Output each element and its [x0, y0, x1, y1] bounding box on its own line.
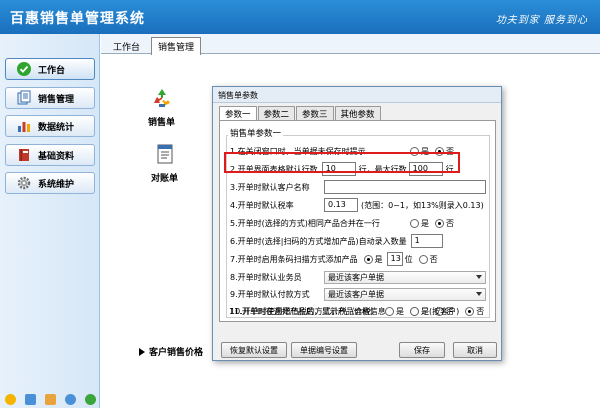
- radio-by-customer[interactable]: 是(按客户): [410, 306, 459, 317]
- gear-icon: [17, 176, 31, 190]
- param-label: 5.开单时(选择的方式)相同产品合并在一行: [230, 218, 380, 228]
- radio-yes[interactable]: 是: [363, 254, 383, 265]
- customer-price-link[interactable]: 客户销售价格: [139, 345, 203, 358]
- tab-bar: 工作台 销售管理: [101, 34, 600, 55]
- dialog-tabs: 参数一 参数二 参数三 其他参数: [219, 106, 382, 121]
- param-row-3: 3.开单时默认客户名称: [230, 180, 486, 194]
- app-window: 百惠销售单管理系统 功夫到家 服务到心 工作台 销售管理 数据统计 基础资料 系…: [0, 0, 600, 408]
- sidebar-item-workbench[interactable]: 工作台: [5, 58, 95, 80]
- param-label: 6.开单时(选择|扫码的方式增加产品)自动录入数量: [230, 236, 407, 246]
- param-row-8: 8.开单时默认业务员 最近该客户单据: [230, 270, 486, 284]
- radio-yes[interactable]: 是: [385, 306, 404, 317]
- cancel-button[interactable]: 取消: [453, 342, 497, 358]
- param-label: 9.开单时默认付款方式: [230, 289, 310, 299]
- chevron-down-icon: [476, 275, 482, 279]
- refresh-status-icon[interactable]: [84, 394, 96, 405]
- params-panel: 销售单参数一 1.在关闭窗口时，当单据未保存时提示 是 否 2.开单界面表格默认…: [219, 120, 496, 322]
- param-row-6: 6.开单时(选择|扫码的方式增加产品)自动录入数量 1: [230, 234, 443, 248]
- info-status-icon[interactable]: [64, 394, 76, 405]
- note-status-icon[interactable]: [24, 394, 36, 405]
- tab-params-2[interactable]: 参数二: [257, 106, 296, 120]
- radio-yes[interactable]: 是: [410, 218, 429, 229]
- module-sales-order[interactable]: 销售单: [148, 87, 175, 128]
- folder-status-icon[interactable]: [44, 394, 56, 405]
- numbering-settings-button[interactable]: 单据编号设置: [291, 342, 357, 358]
- module-label: 销售单: [148, 118, 176, 128]
- param-row-7: 7.开单时启用条码扫描方式添加产品 是 13 位 否: [230, 252, 438, 266]
- sidebar-item-label: 销售管理: [38, 94, 75, 105]
- tab-other-params[interactable]: 其他参数: [334, 106, 381, 120]
- param-label: 8.开单时默认业务员: [230, 272, 302, 282]
- sidebar-item-maintenance[interactable]: 系统维护: [5, 172, 95, 194]
- restore-defaults-button[interactable]: 恢复默认设置: [221, 342, 287, 358]
- barcode-digits-input[interactable]: 13: [386, 252, 403, 266]
- digits-unit-label: 位: [404, 254, 413, 264]
- group-label: 销售单参数一: [228, 127, 284, 139]
- tab-workbench[interactable]: 工作台: [107, 38, 146, 54]
- arrow-right-icon: [139, 347, 145, 356]
- status-bar: [0, 391, 100, 408]
- auto-quantity-input[interactable]: 1: [410, 234, 443, 248]
- param-label: 7.开单时启用条码扫描方式添加产品: [230, 254, 358, 264]
- tax-rate-hint: (范围：0~1，如13%则录入0.13): [361, 200, 484, 210]
- param-row-5: 5.开单时(选择的方式)相同产品合并在一行 是 否: [230, 216, 454, 230]
- tab-sales-management[interactable]: 销售管理: [151, 37, 202, 55]
- param-row-9: 9.开单时默认付款方式 最近该客户单据: [230, 287, 486, 301]
- dialog-title: 销售单参数: [213, 87, 501, 103]
- customer-price-label: 客户销售价格: [149, 348, 204, 358]
- param-label: 11.开单时在选择产品后，显示产品价格信息: [229, 306, 386, 316]
- module-statement[interactable]: 对账单: [151, 143, 178, 184]
- book-icon: [19, 149, 29, 161]
- default-salesperson-select[interactable]: 最近该客户单据: [324, 270, 486, 284]
- radio-no[interactable]: 否: [418, 254, 438, 265]
- documents-icon: [17, 90, 31, 105]
- slogan: 功夫到家 服务到心: [495, 15, 588, 26]
- highlight-box: [224, 152, 460, 173]
- sidebar-item-basic-data[interactable]: 基础资料: [5, 144, 95, 166]
- sidebar-item-sales[interactable]: 销售管理: [5, 87, 95, 109]
- sidebar-item-label: 系统维护: [38, 179, 75, 190]
- tab-params-1[interactable]: 参数一: [219, 106, 257, 121]
- title-bar: 百惠销售单管理系统 功夫到家 服务到心: [0, 0, 600, 34]
- default-payment-select[interactable]: 最近该客户单据: [324, 287, 486, 301]
- bar-chart-icon: [18, 122, 30, 132]
- tax-rate-input[interactable]: 0.13: [324, 198, 358, 212]
- param-label: 4.开单时默认税率: [230, 200, 294, 210]
- ledger-icon: [157, 144, 172, 164]
- app-title: 百惠销售单管理系统: [10, 11, 145, 27]
- sidebar-item-label: 基础资料: [38, 151, 75, 162]
- sales-params-dialog: 销售单参数 参数一 参数二 参数三 其他参数 销售单参数一 1.在关闭窗口时，当…: [212, 86, 502, 361]
- sidebar-item-statistics[interactable]: 数据统计: [5, 115, 95, 137]
- recycle-icon: [153, 89, 170, 107]
- chevron-down-icon: [476, 292, 482, 296]
- sidebar-item-label: 工作台: [38, 65, 66, 76]
- warning-status-icon[interactable]: [4, 394, 16, 405]
- param-label: 3.开单时默认客户名称: [230, 182, 310, 192]
- tab-params-3[interactable]: 参数三: [296, 106, 334, 120]
- param-row-11: 11.开单时在选择产品后，显示产品价格信息 是 是(按客户) 否: [229, 304, 484, 318]
- radio-no[interactable]: 否: [435, 218, 454, 229]
- default-customer-input[interactable]: [324, 180, 486, 194]
- module-label: 对账单: [151, 174, 179, 184]
- radio-no[interactable]: 否: [465, 306, 484, 317]
- sidebar-item-label: 数据统计: [38, 122, 75, 133]
- param-row-4: 4.开单时默认税率 0.13 (范围：0~1，如13%则录入0.13): [230, 198, 484, 212]
- save-button[interactable]: 保存: [399, 342, 445, 358]
- check-circle-icon: [17, 62, 31, 76]
- sidebar: 工作台 销售管理 数据统计 基础资料 系统维护: [0, 34, 100, 408]
